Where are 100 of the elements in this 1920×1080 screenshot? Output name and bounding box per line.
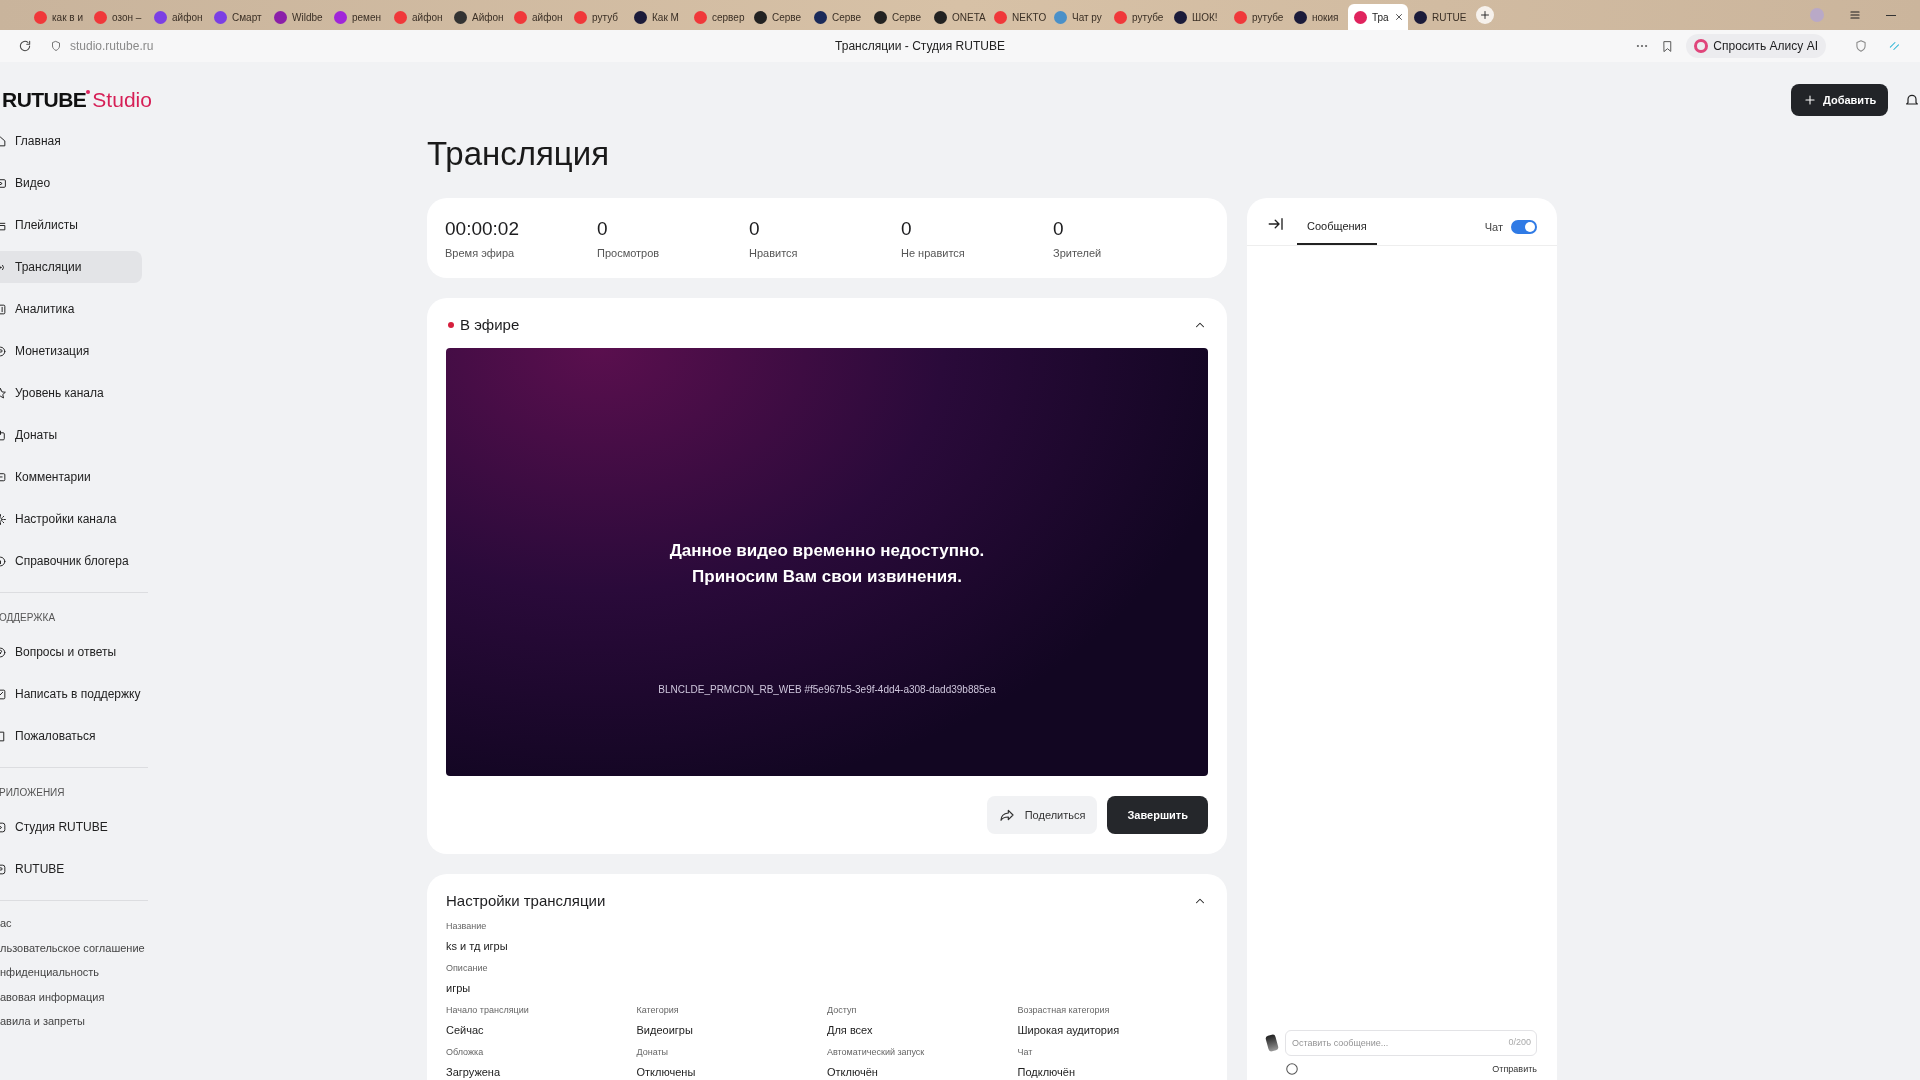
- browser-tab[interactable]: как в и: [28, 4, 88, 30]
- error-code: BLNCLDE_PRMCDN_RB_WEB #f5e967b5-3e9f-4dd4-a308-dadd39b885ea: [658, 683, 996, 697]
- sidebar-item[interactable]: Студия RUTUBE: [0, 811, 142, 843]
- footer-link[interactable]: нфиденциальность: [0, 964, 155, 981]
- browser-tab[interactable]: Тра: [1348, 4, 1408, 30]
- field-value: Для всех: [827, 1022, 874, 1038]
- footer-link[interactable]: авовая информация: [0, 988, 155, 1005]
- end-stream-button[interactable]: Завершить: [1107, 796, 1208, 834]
- logo-product-text[interactable]: Studio: [92, 84, 152, 116]
- video-player[interactable]: Данное видео временно недоступно. Приносим Вам свои извинения. BLNCLDE_PRMCDN_RB_WEB #f5e967b5-3e9f-4dd4-a308-dadd39b885ea: [446, 348, 1208, 776]
- section-heading: ОДДЕРЖКА: [0, 610, 57, 625]
- shield-icon: [1854, 39, 1868, 53]
- send-button[interactable]: Отправить: [1492, 1062, 1537, 1076]
- browser-tab[interactable]: рутубе: [1108, 4, 1168, 30]
- field-value: Широкая аудитория: [1017, 1022, 1121, 1038]
- emoji-icon: [1285, 1062, 1299, 1076]
- stat-value: 0: [597, 218, 609, 240]
- field-label: Возрастная категория: [1017, 1004, 1111, 1017]
- browser-tab[interactable]: рутуб: [568, 4, 628, 30]
- browser-tab[interactable]: озон –: [88, 4, 148, 30]
- field-label: Автоматический запуск: [827, 1046, 926, 1059]
- logo-brand-text[interactable]: RUTUBE: [2, 84, 87, 116]
- shield-icon: [50, 40, 62, 52]
- field-label: Название: [446, 920, 488, 933]
- browser-tab[interactable]: Чат ру: [1048, 4, 1108, 30]
- section-title: В эфире: [460, 314, 520, 335]
- browser-tab[interactable]: ремен: [328, 4, 388, 30]
- browser-tab[interactable]: Серве: [808, 4, 868, 30]
- footer-link[interactable]: льзовательское соглашение: [0, 939, 155, 956]
- field-label: Категория: [636, 1004, 680, 1017]
- browser-tab[interactable]: Как М: [628, 4, 688, 30]
- section-title: Настройки трансляции: [446, 890, 606, 911]
- field-value: ks и тд игры: [446, 938, 509, 954]
- field-label: Донаты: [636, 1046, 670, 1059]
- browser-tab[interactable]: айфон: [508, 4, 568, 30]
- stat-label: Не нравится: [901, 246, 966, 261]
- error-message: Данное видео временно недоступно.: [669, 540, 985, 562]
- arrow-to-edge-icon: [1267, 215, 1285, 233]
- new-tab-button[interactable]: [1476, 6, 1494, 24]
- page-title-text: Трансляции - Студия RUTUBE: [834, 38, 1006, 55]
- sidebar-item[interactable]: Пожаловаться: [0, 720, 142, 752]
- browser-tab[interactable]: Wildbe: [268, 4, 328, 30]
- share-button[interactable]: Поделиться: [986, 796, 1098, 834]
- stat-value: 00:00:02: [445, 218, 520, 240]
- footer-link[interactable]: ас: [0, 915, 155, 932]
- field-value: игры: [446, 980, 472, 996]
- stat-label: Зрителей: [1053, 246, 1103, 261]
- sidebar-item[interactable]: Справочник блогера: [0, 545, 142, 577]
- browser-tab[interactable]: айфон: [148, 4, 208, 30]
- stat-label: Нравится: [749, 246, 799, 261]
- sidebar-item[interactable]: Написать в поддержку: [0, 678, 142, 710]
- menu-icon: [1848, 8, 1862, 22]
- plus-icon: [1479, 9, 1491, 21]
- browser-tab[interactable]: Смарт: [208, 4, 268, 30]
- sidebar-item[interactable]: Плейлисты: [0, 209, 142, 241]
- toggle-label: Чат: [1484, 219, 1503, 235]
- field-value: Сейчас: [446, 1022, 485, 1038]
- sidebar-item[interactable]: Вопросы и ответы: [0, 636, 142, 668]
- sidebar-item[interactable]: Видео: [0, 167, 142, 199]
- browser-tab[interactable]: рутубе: [1228, 4, 1288, 30]
- share-icon: [998, 807, 1015, 823]
- browser-tab[interactable]: сервер: [688, 4, 748, 30]
- browser-tab[interactable]: RUTUE: [1408, 4, 1468, 30]
- sticker-icon[interactable]: [1265, 1033, 1279, 1052]
- field-label: Описание: [446, 962, 489, 975]
- collapse-panel-button[interactable]: [1267, 215, 1285, 233]
- sidebar-item[interactable]: Монетизация: [0, 335, 142, 367]
- sidebar-item[interactable]: Настройки канала: [0, 503, 142, 535]
- sidebar-item[interactable]: Аналитика: [0, 293, 142, 325]
- minimize-icon[interactable]: [1886, 14, 1896, 16]
- sidebar-item[interactable]: Уровень канала: [0, 377, 142, 409]
- sidebar-item[interactable]: Донаты: [0, 419, 142, 451]
- field-value: Отключён: [827, 1064, 879, 1080]
- browser-tab[interactable]: Айфон: [448, 4, 508, 30]
- close-icon: [1393, 12, 1404, 22]
- browser-tab[interactable]: Серве: [748, 4, 808, 30]
- sidebar-item[interactable]: RUTUBE: [0, 853, 142, 885]
- page-title: Трансляция: [427, 134, 611, 174]
- chat-toggle[interactable]: [1511, 219, 1537, 234]
- footer-link[interactable]: авила и запреты: [0, 1013, 155, 1030]
- browser-tab[interactable]: ШОК!: [1168, 4, 1228, 30]
- chat-tab[interactable]: Сообщения: [1297, 209, 1377, 245]
- field-label: Чат: [1017, 1046, 1034, 1059]
- ask-alice-button[interactable]: Спросить Алису AI: [1686, 34, 1826, 58]
- browser-tab[interactable]: айфон: [388, 4, 448, 30]
- stat-value: 0: [1053, 218, 1065, 240]
- stat-value: 0: [749, 218, 761, 240]
- sidebar-item[interactable]: Комментарии: [0, 461, 142, 493]
- field-value: Видеоигры: [636, 1022, 694, 1038]
- sidebar-item[interactable]: Главная: [0, 125, 142, 157]
- browser-tab[interactable]: Серве: [868, 4, 928, 30]
- add-button[interactable]: Добавить: [1791, 84, 1889, 116]
- browser-tab[interactable]: NEKTO: [988, 4, 1048, 30]
- char-counter: 0/200: [1508, 1036, 1531, 1049]
- plus-icon: [1803, 93, 1817, 107]
- browser-tab[interactable]: ONETA: [928, 4, 988, 30]
- error-message: Приносим Вам свои извинения.: [692, 566, 962, 588]
- browser-tab[interactable]: нокия: [1288, 4, 1348, 30]
- field-value: Отключены: [636, 1064, 697, 1080]
- sidebar-item[interactable]: Трансляции: [0, 251, 142, 283]
